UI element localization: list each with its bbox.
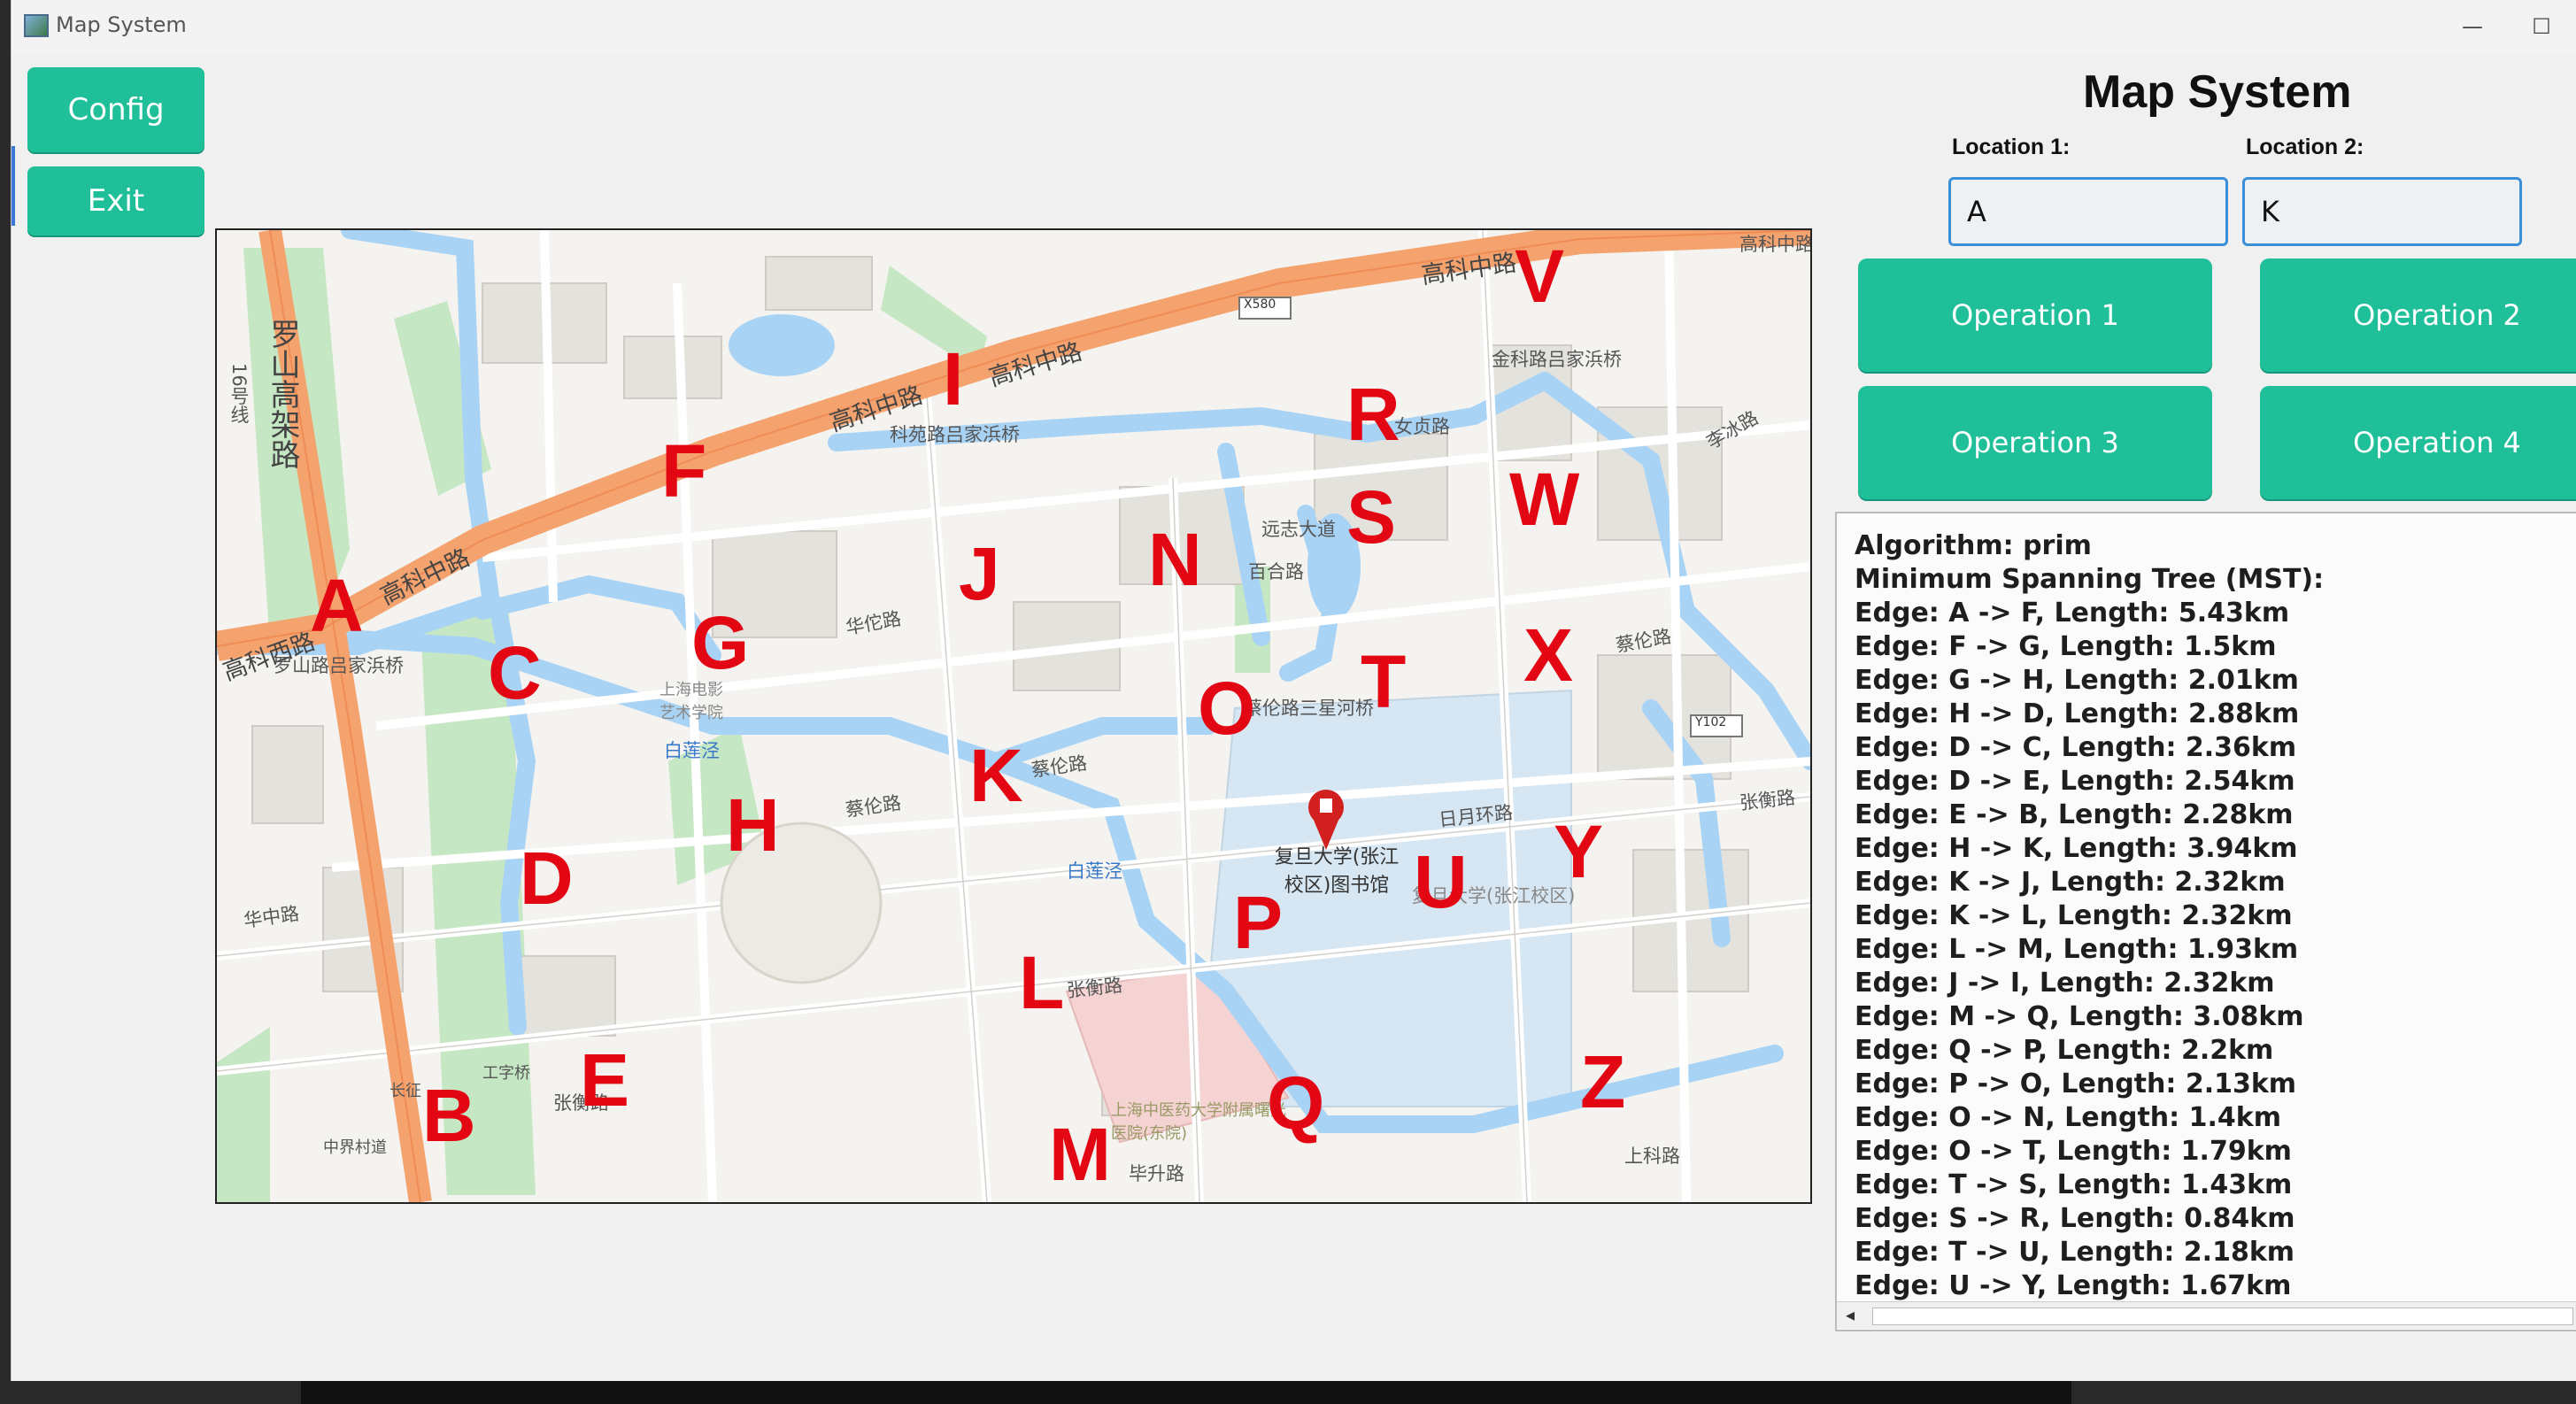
mst-edge-line: Edge: M -> Q, Length: 3.08km	[1855, 1001, 2304, 1032]
map-marker-g[interactable]: G	[691, 606, 749, 680]
mst-edge-line: Edge: O -> T, Length: 1.79km	[1855, 1136, 2292, 1167]
place-label: 科苑路吕家浜桥	[890, 424, 1020, 445]
road-label: 毕升路	[1129, 1163, 1184, 1184]
mst-edge-line: Edge: T -> S, Length: 1.43km	[1855, 1169, 2293, 1200]
map-view[interactable]: 高科中路 高科中路 高科中路 高科中路 高科中路 高科西路 罗山高架路 16号线…	[215, 228, 1812, 1204]
output-lines: Algorithm: prim Minimum Spanning Tree (MS…	[1855, 529, 2324, 1303]
road-label: 远志大道	[1261, 519, 1336, 540]
map-marker-l[interactable]: L	[1019, 945, 1064, 1020]
map-marker-j[interactable]: J	[959, 536, 1000, 611]
horizontal-scrollbar[interactable]: ◂	[1837, 1301, 2576, 1329]
map-marker-b[interactable]: B	[422, 1078, 476, 1153]
water-label: 白莲泾	[1067, 860, 1122, 882]
minimize-icon[interactable]: —	[2455, 9, 2490, 44]
map-marker-c[interactable]: C	[488, 636, 542, 710]
scrollbar-thumb[interactable]	[1872, 1308, 2573, 1325]
mst-edge-line: Edge: J -> I, Length: 2.32km	[1855, 968, 2275, 999]
operation-4-button[interactable]: Operation 4	[2260, 386, 2576, 499]
map-marker-t[interactable]: T	[1361, 644, 1406, 719]
map-marker-a[interactable]: A	[310, 568, 364, 643]
road-label: 女贞路	[1394, 416, 1450, 437]
place-label: 复旦大学(张江校区)图书馆	[1274, 846, 1400, 897]
map-marker-y[interactable]: Y	[1554, 814, 1603, 889]
road-label: 百合路	[1248, 561, 1304, 582]
place-label: 上海中医药大学附属曙光医院(东院)	[1111, 1101, 1286, 1143]
map-marker-o[interactable]: O	[1198, 671, 1255, 745]
mst-edge-line: Edge: H -> K, Length: 3.94km	[1855, 833, 2298, 864]
taskbar-shadow	[301, 1381, 2071, 1404]
mst-edge-line: Edge: P -> O, Length: 2.13km	[1855, 1068, 2297, 1099]
map-marker-m[interactable]: M	[1049, 1117, 1111, 1192]
road-label: 16号线	[228, 363, 250, 424]
mst-edge-line: Edge: U -> Y, Length: 1.67km	[1855, 1270, 2292, 1301]
location2-label: Location 2:	[2246, 135, 2364, 159]
scroll-left-icon[interactable]: ◂	[1846, 1304, 1855, 1326]
location2-input[interactable]	[2242, 177, 2522, 246]
mst-edge-line: Edge: S -> R, Length: 0.84km	[1855, 1203, 2295, 1234]
map-marker-v[interactable]: V	[1515, 239, 1564, 313]
map-marker-u[interactable]: U	[1414, 845, 1468, 919]
road-label: 长征	[389, 1082, 421, 1100]
title-bar: Map System — ☐	[12, 0, 2576, 55]
road-label: 中界村道	[323, 1138, 387, 1157]
mst-edge-line: Edge: G -> H, Length: 2.01km	[1855, 665, 2299, 696]
operation-3-button[interactable]: Operation 3	[1858, 386, 2212, 499]
output-header-line: Algorithm: prim	[1855, 530, 2092, 561]
page-title: Map System	[2083, 66, 2352, 118]
map-marker-e[interactable]: E	[580, 1043, 629, 1117]
map-marker-k[interactable]: K	[969, 738, 1023, 813]
mst-edge-line: Edge: H -> D, Length: 2.88km	[1855, 698, 2300, 729]
output-textbox[interactable]: Algorithm: prim Minimum Spanning Tree (MS…	[1835, 512, 2576, 1331]
mst-edge-line: Edge: F -> G, Length: 1.5km	[1855, 631, 2277, 662]
road-shield: Y102	[1695, 715, 1727, 729]
location1-input[interactable]	[1948, 177, 2228, 246]
map-marker-h[interactable]: H	[726, 788, 780, 862]
location1-label: Location 1:	[1952, 135, 2071, 159]
map-marker-p[interactable]: P	[1233, 885, 1283, 960]
exit-button[interactable]: Exit	[27, 166, 204, 235]
output-header-line: Minimum Spanning Tree (MST):	[1855, 564, 2325, 595]
config-button[interactable]: Config	[27, 67, 204, 152]
operation-2-button[interactable]: Operation 2	[2260, 258, 2576, 372]
place-label: 罗山路吕家浜桥	[274, 655, 404, 676]
window-title: Map System	[56, 12, 187, 37]
left-accent-bar	[12, 146, 15, 226]
road-label: 罗山高架路	[265, 319, 300, 469]
place-label: 蔡伦路三星河桥	[1244, 698, 1374, 719]
map-marker-d[interactable]: D	[520, 841, 574, 915]
mst-edge-line: Edge: D -> C, Length: 2.36km	[1855, 732, 2297, 763]
map-marker-r[interactable]: R	[1346, 377, 1400, 451]
place-label: 金科路吕家浜桥	[1492, 349, 1622, 370]
map-marker-x[interactable]: X	[1523, 618, 1573, 692]
place-label: 工字桥	[482, 1064, 530, 1083]
map-marker-w[interactable]: W	[1509, 462, 1579, 536]
mst-edge-line: Edge: T -> U, Length: 2.18km	[1855, 1237, 2295, 1268]
app-icon	[24, 14, 49, 37]
road-label: 上科路	[1624, 1146, 1680, 1167]
mst-edge-line: Edge: L -> M, Length: 1.93km	[1855, 934, 2299, 965]
mst-edge-line: Edge: D -> E, Length: 2.54km	[1855, 766, 2295, 797]
map-marker-z[interactable]: Z	[1580, 1045, 1625, 1119]
map-marker-q[interactable]: Q	[1267, 1066, 1324, 1140]
mst-edge-line: Edge: K -> L, Length: 2.32km	[1855, 900, 2293, 931]
mst-edge-line: Edge: O -> N, Length: 1.4km	[1855, 1102, 2281, 1133]
mst-edge-line: Edge: K -> J, Length: 2.32km	[1855, 867, 2286, 898]
mst-edge-line: Edge: Q -> P, Length: 2.2km	[1855, 1035, 2274, 1066]
operation-1-button[interactable]: Operation 1	[1858, 258, 2212, 372]
map-marker-s[interactable]: S	[1346, 480, 1396, 554]
map-marker-f[interactable]: F	[661, 434, 706, 508]
map-marker-i[interactable]: I	[943, 342, 963, 416]
water-label: 白莲泾	[664, 740, 720, 761]
mst-edge-line: Edge: A -> F, Length: 5.43km	[1855, 598, 2290, 629]
mst-edge-line: Edge: E -> B, Length: 2.28km	[1855, 799, 2294, 830]
maximize-icon[interactable]: ☐	[2524, 9, 2559, 44]
road-label: 高科中路	[1739, 234, 1812, 255]
map-marker-n[interactable]: N	[1148, 522, 1202, 597]
app-window: Map System — ☐ Config Exit 高科中路 高科中路 高科中…	[11, 0, 2576, 1381]
road-shield: X580	[1244, 297, 1276, 312]
